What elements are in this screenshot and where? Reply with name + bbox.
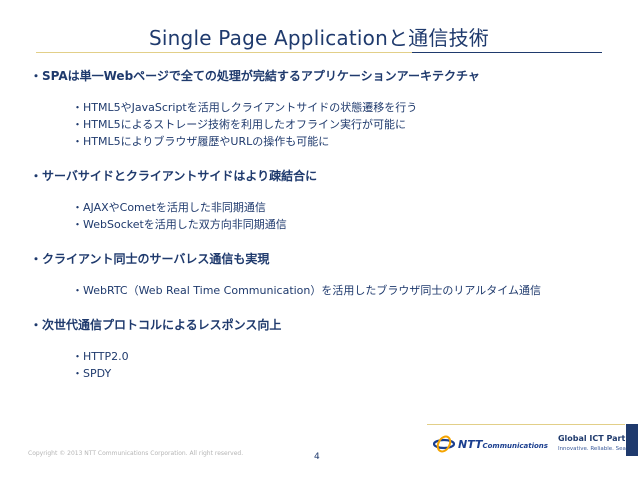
company-logo-area: NTTCommunications Global ICT Partner Inn… <box>427 424 638 463</box>
list-item: ・WebRTC（Web Real Time Communication）を活用し… <box>72 284 542 297</box>
ntt-wordmark: NTTCommunications <box>458 437 548 451</box>
list-item: ・SPDY <box>72 367 112 380</box>
ntt-logo: NTTCommunications <box>433 431 548 457</box>
list-item: ・HTML5やJavaScriptを活用しクライアントサイドの状態遷移を行う <box>72 101 418 114</box>
corner-accent-block <box>626 424 638 456</box>
list-item: ・HTML5によるストレージ技術を利用したオフライン実行が可能に <box>72 118 407 131</box>
section-heading-serverless: ・クライアント同士のサーバレス通信も実現 <box>30 252 270 266</box>
slide-content: ・SPAは単一Webページで全ての処理が完結するアプリケーションアーキテクチャ … <box>30 68 620 382</box>
title-divider <box>36 52 602 53</box>
list-item: ・WebSocketを活用した双方向非同期通信 <box>72 218 287 231</box>
section-heading-protocol: ・次世代通信プロトコルによるレスポンス向上 <box>30 318 282 332</box>
section-heading-coupling: ・サーバサイドとクライアントサイドはより疎結合に <box>30 169 318 183</box>
list-item: ・AJAXやCometを活用した非同期通信 <box>72 201 266 214</box>
page-number: 4 <box>314 452 320 462</box>
section-heading-spa: ・SPAは単一Webページで全ての処理が完結するアプリケーションアーキテクチャ <box>30 69 480 83</box>
title-divider-accent <box>412 52 602 53</box>
slide: Single Page Applicationと通信技術 ・SPAは単一Webペ… <box>0 0 638 479</box>
copyright-text: Copyright © 2013 NTT Communications Corp… <box>28 450 244 457</box>
ntt-swirl-icon <box>433 435 455 453</box>
slide-title: Single Page Applicationと通信技術 <box>149 26 489 50</box>
list-item: ・HTML5によりブラウザ履歴やURLの操作も可能に <box>72 135 330 148</box>
list-item: ・HTTP2.0 <box>72 350 129 363</box>
